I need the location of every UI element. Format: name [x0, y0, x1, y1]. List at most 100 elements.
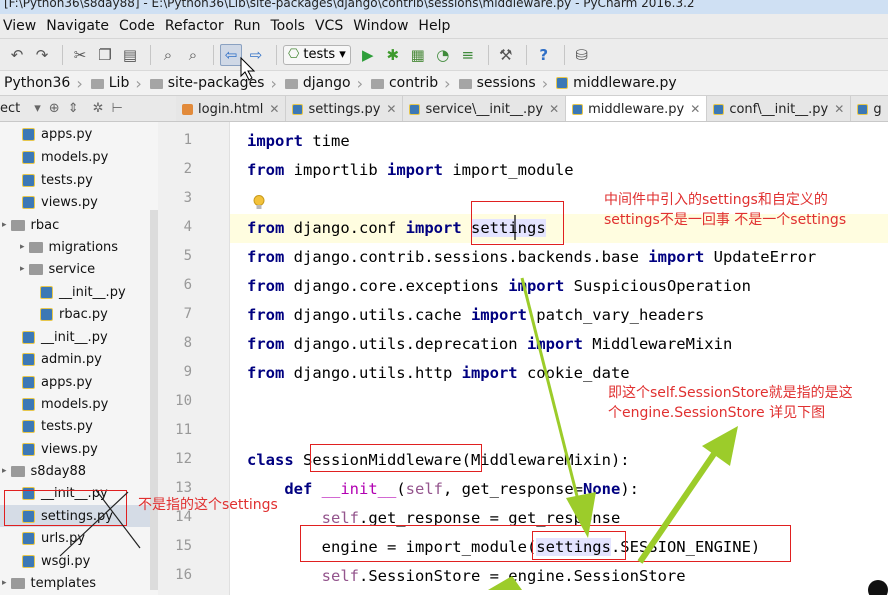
run-config-icon: ⎔ — [288, 47, 300, 62]
tree-item[interactable]: ▸ s8day88 — [0, 460, 150, 482]
breadcrumb-item[interactable]: middleware.py — [552, 75, 681, 91]
menu-item-refactor[interactable]: Refactor — [165, 18, 224, 34]
build-icon[interactable]: ≡ — [457, 44, 479, 66]
tree-item[interactable]: wsgi.py — [0, 550, 150, 572]
code-line[interactable]: from django.utils.http import cookie_dat… — [247, 359, 630, 388]
breadcrumb-item[interactable]: django › — [281, 74, 367, 93]
editor-tab[interactable]: settings.py ✕ — [286, 96, 404, 121]
tree-item[interactable]: __init__.py — [0, 326, 150, 348]
breadcrumb-item[interactable]: site-packages › — [146, 74, 281, 93]
project-scrollbar[interactable] — [150, 210, 158, 590]
expand-icon[interactable]: ▸ — [20, 264, 25, 274]
undo-icon[interactable]: ↶ — [6, 44, 28, 66]
close-icon[interactable]: ✕ — [549, 102, 559, 116]
project-view-label[interactable]: ect — [0, 101, 20, 116]
editor-tab[interactable]: conf\__init__.py ✕ — [707, 96, 852, 121]
code-line[interactable]: import time — [247, 127, 350, 156]
python-file-icon — [22, 352, 35, 366]
editor-tab[interactable]: service\__init__.py ✕ — [403, 96, 567, 121]
code-line[interactable]: from importlib import import_module — [247, 156, 574, 185]
gear-icon[interactable]: ✲ — [93, 101, 104, 116]
breadcrumb-item[interactable]: contrib › — [367, 74, 455, 93]
breadcrumb-item[interactable]: Lib › — [87, 74, 146, 93]
toolbar-separator — [213, 44, 214, 65]
tree-item[interactable]: admin.py — [0, 348, 150, 370]
help-icon[interactable]: ? — [533, 44, 555, 66]
breadcrumb-label: django — [302, 75, 351, 91]
tree-item[interactable]: models.py — [0, 393, 150, 415]
tree-item[interactable]: ▸ service — [0, 258, 150, 280]
expand-icon[interactable]: ▸ — [20, 242, 25, 252]
menu-item-window[interactable]: Window — [353, 18, 408, 34]
tree-item[interactable]: apps.py — [0, 123, 150, 145]
html-file-icon — [182, 103, 193, 115]
breadcrumb-item[interactable]: Python36 › — [0, 74, 87, 93]
editor-tab[interactable]: g — [851, 96, 888, 121]
close-icon[interactable]: ✕ — [386, 102, 396, 116]
collapse-icon[interactable]: ⇕ — [68, 101, 79, 116]
expand-icon[interactable]: ▸ — [2, 466, 7, 476]
close-icon[interactable]: ✕ — [269, 102, 279, 116]
tab-label: g — [873, 101, 882, 117]
find-icon[interactable]: ⌕ — [157, 44, 179, 66]
lightbulb-icon[interactable] — [252, 194, 266, 212]
debug-icon[interactable]: ✱ — [382, 44, 404, 66]
window-title: [F:\Python36\s8day88] - E:\Python36\Lib\… — [4, 0, 695, 10]
tree-item[interactable]: urls.py — [0, 527, 150, 549]
redo-icon[interactable]: ↷ — [31, 44, 53, 66]
editor-tab[interactable]: login.html ✕ — [176, 96, 287, 121]
sdk-icon[interactable]: ⛁ — [571, 44, 593, 66]
tree-item[interactable]: tests.py — [0, 415, 150, 437]
settings-icon[interactable]: ⚒ — [495, 44, 517, 66]
breadcrumb-item[interactable]: sessions › — [455, 74, 553, 93]
tree-item[interactable]: ▸ migrations — [0, 236, 150, 258]
menu-item-navigate[interactable]: Navigate — [46, 18, 109, 34]
tree-item[interactable]: models.py — [0, 146, 150, 168]
tree-item-label: views.py — [41, 194, 98, 210]
close-icon[interactable]: ✕ — [834, 102, 844, 116]
tree-item[interactable]: views.py — [0, 191, 150, 213]
hide-icon[interactable]: ⊢ — [112, 101, 123, 116]
tree-item[interactable]: __init__.py — [0, 281, 150, 303]
tab-label: middleware.py — [588, 101, 685, 117]
coverage-icon[interactable]: ▦ — [407, 44, 429, 66]
menu-item-help[interactable]: Help — [418, 18, 450, 34]
python-file-icon — [22, 554, 35, 568]
cut-icon[interactable]: ✂ — [69, 44, 91, 66]
tree-item-label: admin.py — [41, 351, 102, 367]
tree-item[interactable]: tests.py — [0, 169, 150, 191]
code-line[interactable]: from django.contrib.sessions.backends.ba… — [247, 243, 816, 272]
tree-item[interactable]: views.py — [0, 438, 150, 460]
copy-icon[interactable]: ❐ — [94, 44, 116, 66]
paste-icon[interactable]: ▤ — [119, 44, 141, 66]
expand-icon[interactable]: ▸ — [2, 578, 7, 588]
code-line[interactable]: from django.utils.deprecation import Mid… — [247, 330, 732, 359]
menu-item-view[interactable]: View — [3, 18, 36, 34]
dropdown-icon[interactable]: ▾ — [34, 101, 41, 116]
code-line[interactable]: def __init__(self, get_response=None): — [247, 475, 639, 504]
back-icon[interactable]: ⇦ — [220, 43, 242, 66]
expand-icon[interactable]: ▸ — [2, 220, 7, 230]
code-line[interactable]: from django.core.exceptions import Suspi… — [247, 272, 751, 301]
target-icon[interactable]: ⊕ — [49, 101, 60, 116]
tree-item[interactable]: ▸ rbac — [0, 214, 150, 236]
code-line[interactable]: from django.utils.cache import patch_var… — [247, 301, 704, 330]
menu-item-run[interactable]: Run — [234, 18, 261, 34]
tree-item[interactable]: rbac.py — [0, 303, 150, 325]
forward-icon[interactable]: ⇨ — [245, 44, 267, 66]
tab-label: service\__init__.py — [425, 101, 544, 117]
editor-tab[interactable]: middleware.py ✕ — [566, 96, 708, 121]
run-config-select[interactable]: ⎔ tests ▾ — [283, 44, 351, 65]
menu-item-code[interactable]: Code — [119, 18, 155, 34]
chevron-right-icon: › — [444, 73, 451, 93]
menu-item-vcs[interactable]: VCS — [315, 18, 343, 34]
profile-icon[interactable]: ◔ — [432, 44, 454, 66]
menu-item-tools[interactable]: Tools — [270, 18, 305, 34]
replace-icon[interactable]: ⌕ — [182, 44, 204, 66]
close-icon[interactable]: ✕ — [690, 102, 700, 116]
python-file-icon — [22, 150, 35, 164]
code-line[interactable]: self.SessionStore = engine.SessionStore — [247, 562, 686, 591]
run-icon[interactable]: ▶ — [357, 44, 379, 66]
tree-item[interactable]: apps.py — [0, 371, 150, 393]
tree-item[interactable]: ▸ templates — [0, 572, 150, 594]
